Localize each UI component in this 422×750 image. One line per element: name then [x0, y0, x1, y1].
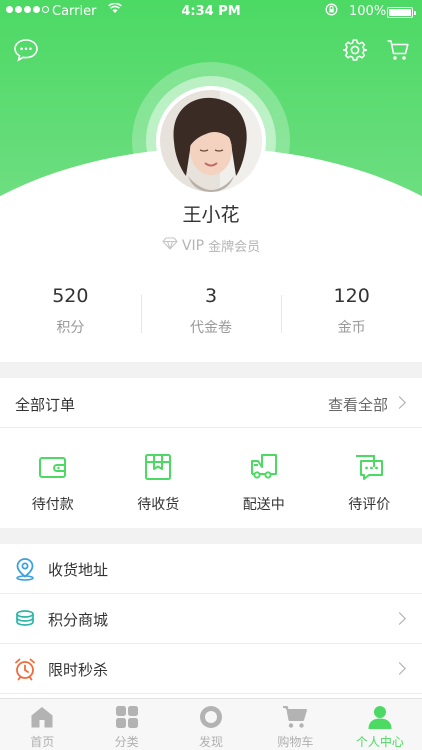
tab-label: 发现	[199, 735, 224, 749]
avatar[interactable]	[156, 86, 266, 196]
truck-icon	[249, 452, 279, 482]
tab-discover[interactable]: 发现	[169, 699, 253, 750]
tab-label: 首页	[30, 735, 55, 749]
all-orders-row[interactable]: 全部订单 查看全部	[0, 378, 422, 428]
order-label: 待收货	[137, 497, 180, 513]
menu-label: 收货地址	[48, 561, 109, 579]
tab-label: 个人中心	[355, 735, 404, 749]
tab-profile[interactable]: 个人中心	[338, 699, 422, 750]
menu-points-mall[interactable]: 积分商城	[0, 594, 422, 644]
order-status-row: 待付款 待收货 配送中 待评价	[0, 430, 422, 528]
vip-level: 金牌会员	[208, 240, 261, 255]
chevron-right-icon	[393, 396, 406, 409]
order-pending-review[interactable]: 待评价	[317, 430, 422, 528]
order-pending-payment[interactable]: 待付款	[0, 430, 106, 528]
order-label: 配送中	[242, 497, 285, 513]
stat-value: 3	[204, 285, 218, 307]
stat-coins[interactable]: 120 金币	[281, 283, 422, 343]
menu-label: 积分商城	[48, 611, 109, 629]
stat-points[interactable]: 520 积分	[0, 283, 141, 343]
chevron-right-icon	[393, 662, 406, 675]
shopping-cart-icon[interactable]	[384, 36, 412, 64]
cart-icon	[282, 704, 308, 730]
stat-label: 代金卷	[190, 320, 232, 336]
vip-tag: VIP	[181, 237, 205, 254]
coins-icon	[14, 607, 36, 631]
package-icon	[143, 452, 173, 482]
wallet-icon	[38, 452, 68, 482]
home-icon	[29, 704, 55, 730]
comment-icon	[354, 452, 384, 482]
stat-vouchers[interactable]: 3 代金卷	[140, 283, 282, 343]
tab-label: 分类	[114, 735, 139, 749]
alarm-clock-icon	[14, 657, 36, 681]
battery-percent: 100%	[349, 4, 387, 19]
menu-label: 限时秒杀	[48, 661, 109, 679]
user-name: 王小花	[182, 204, 240, 226]
section-divider	[0, 528, 422, 544]
tab-home[interactable]: 首页	[0, 699, 84, 750]
section-divider	[0, 362, 422, 378]
battery-icon	[387, 7, 416, 18]
tab-bar: 首页 分类 发现 购物车 个人中心	[0, 698, 422, 750]
location-pin-icon	[14, 557, 36, 581]
view-all-orders-link[interactable]: 查看全部	[328, 394, 388, 415]
discover-icon	[198, 704, 224, 730]
stat-value: 120	[333, 285, 370, 307]
stat-label: 积分	[56, 320, 85, 336]
settings-gear-icon[interactable]	[341, 36, 369, 64]
vip-badge: VIP 金牌会员	[0, 236, 422, 255]
status-bar: Carrier 4:34 PM 100%	[0, 0, 422, 24]
stat-value: 520	[52, 285, 89, 307]
stats-row: 520 积分 3 代金卷 120 金币	[0, 283, 422, 343]
order-label: 待评价	[348, 497, 391, 513]
orders-title: 全部订单	[15, 396, 76, 414]
menu-flash-sale[interactable]: 限时秒杀	[0, 644, 422, 694]
diamond-icon	[162, 237, 178, 254]
tab-category[interactable]: 分类	[84, 699, 168, 750]
person-icon	[367, 704, 393, 730]
order-label: 待付款	[31, 497, 74, 513]
message-icon[interactable]	[12, 36, 40, 64]
stat-label: 金币	[337, 320, 366, 336]
chevron-right-icon	[393, 612, 406, 625]
tab-label: 购物车	[277, 735, 314, 749]
menu-shipping-address[interactable]: 收货地址	[0, 544, 422, 594]
rotation-lock-icon	[325, 3, 338, 19]
order-in-delivery[interactable]: 配送中	[211, 430, 317, 528]
order-pending-receipt[interactable]: 待收货	[106, 430, 212, 528]
grid-icon	[114, 704, 140, 730]
tab-cart[interactable]: 购物车	[253, 699, 337, 750]
